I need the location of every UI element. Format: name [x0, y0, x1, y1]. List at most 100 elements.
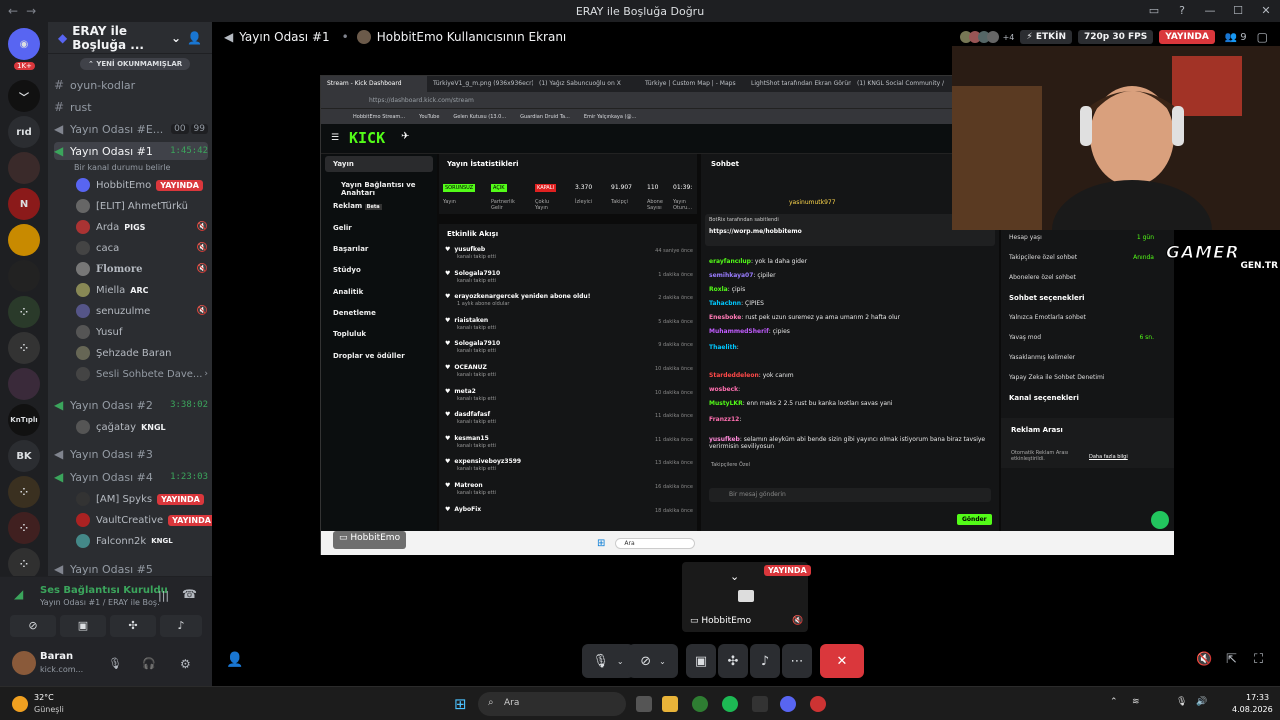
- nav-community[interactable]: Topluluk: [333, 330, 366, 338]
- activity-row[interactable]: ♥ meta2 kanalı takip etti 10 dakika önce: [445, 388, 693, 410]
- activity-row[interactable]: ♥ dasdfafasf kanalı takip etti 11 dakika ön…: [445, 411, 693, 433]
- voice-user[interactable]: Miella ARC: [76, 281, 208, 299]
- inner-search[interactable]: Ara: [615, 537, 696, 549]
- settings-gear-icon[interactable]: ⚙: [180, 657, 191, 671]
- microphone-icon[interactable]: 🎙: [108, 657, 122, 670]
- tray-chevron-icon[interactable]: ⌃: [1110, 697, 1118, 707]
- noise-suppression-icon[interactable]: |||: [158, 589, 169, 602]
- text-channel[interactable]: # rust: [54, 98, 208, 116]
- camera-off-button[interactable]: ⊘: [10, 615, 56, 637]
- user-avatar[interactable]: [12, 651, 36, 675]
- people-icon[interactable]: 👥: [1225, 32, 1237, 43]
- nav-stream[interactable]: Yayın: [333, 160, 354, 168]
- server-icon[interactable]: N: [8, 188, 40, 220]
- inbox-icon[interactable]: ▭: [1140, 0, 1168, 22]
- share-screen-button[interactable]: ▣: [60, 615, 106, 637]
- server-icon[interactable]: [8, 368, 40, 400]
- nav-drops[interactable]: Droplar ve ödüller: [333, 352, 405, 360]
- setting-row[interactable]: Abonelere özel sohbet: [1009, 274, 1168, 281]
- voice-user[interactable]: HobbitEmo YAYINDA: [76, 176, 208, 194]
- nav-revenue[interactable]: Gelir: [333, 224, 352, 232]
- headphones-icon[interactable]: 🎧: [142, 657, 156, 670]
- chat-message[interactable]: MustyLKR: enn maks 2 2.5 rust bu kanka l…: [709, 400, 995, 407]
- file-explorer-icon[interactable]: [662, 696, 678, 712]
- bookmark[interactable]: Gelen Kutusu (13.0...: [453, 114, 506, 120]
- send-button[interactable]: Gönder: [957, 514, 992, 525]
- pinned-link[interactable]: https://worp.me/hobbitemo: [709, 228, 802, 235]
- activities-button[interactable]: ✣: [110, 615, 156, 637]
- nav-ads[interactable]: Reklam Beta: [333, 202, 382, 210]
- chat-message[interactable]: MuhammedSherif: çipies: [709, 328, 995, 335]
- forward-button[interactable]: →: [26, 4, 36, 18]
- voice-user[interactable]: Falconn2k KNGL: [76, 532, 208, 550]
- nav-achievements[interactable]: Başarılar: [333, 245, 368, 253]
- browser-tab[interactable]: (1) Yağız Sabuncuoğlu on X: [533, 76, 639, 92]
- browser-tab[interactable]: TürkiyeV1_g_m.png (936x936ecr): [427, 76, 533, 92]
- voice-channel[interactable]: ◀ Yayın Odası #3: [54, 445, 208, 463]
- discord-icon[interactable]: [780, 696, 796, 712]
- help-icon[interactable]: ?: [1168, 0, 1196, 22]
- bookmark[interactable]: Emir Yalçınkaya (@...: [584, 114, 636, 120]
- browser-tab[interactable]: Türkiye | Custom Map | - Maps: [639, 76, 745, 92]
- voice-user[interactable]: Sesli Sohbete Dave... ›: [76, 365, 208, 383]
- chat-message[interactable]: Thaelith:: [709, 344, 995, 351]
- clock-date[interactable]: 4.08.2026: [1232, 705, 1273, 714]
- voice-channel[interactable]: ◀ Yayın Odası #4 1:23:03: [54, 468, 208, 486]
- fullscreen-icon[interactable]: ⛶: [1254, 652, 1263, 667]
- clock-time[interactable]: 17:33: [1246, 693, 1269, 702]
- menu-icon[interactable]: ☰: [331, 133, 339, 143]
- weather-temp[interactable]: 32°C: [34, 693, 54, 702]
- popout-icon[interactable]: ⇱: [1226, 652, 1237, 667]
- browser-tab[interactable]: Stream - Kick Dashboard: [321, 76, 427, 92]
- weather-sun-icon[interactable]: [12, 696, 28, 712]
- activity-row[interactable]: ♥ riaistaken kanalı takip etti 5 dakika önc…: [445, 317, 693, 339]
- setting-row[interactable]: Yapay Zeka ile Sohbet Denetimi: [1009, 374, 1168, 381]
- server-icon[interactable]: KnTıplı: [8, 404, 40, 436]
- server-header[interactable]: ◆ ERAY ile Boşluğa ... ⌄ 👤: [48, 22, 212, 54]
- setting-row[interactable]: Hesap yaşı 1 gün: [1009, 234, 1168, 241]
- signal-icon[interactable]: ◢: [14, 587, 23, 601]
- soundboard-button[interactable]: ♪: [750, 644, 780, 678]
- back-button[interactable]: ←: [8, 4, 18, 18]
- activity-row[interactable]: ♥ AyboFix 18 dakika önce: [445, 506, 693, 528]
- nav-stream-key[interactable]: Yayın Bağlantısı ve Anahtarı: [341, 181, 437, 197]
- voice-user[interactable]: [AM] Spyks YAYINDA: [76, 490, 208, 508]
- disconnect-icon[interactable]: ☎: [182, 587, 197, 601]
- activity-row[interactable]: ♥ Matreon kanalı takip etti 16 dakika önce: [445, 482, 693, 504]
- voice-user[interactable]: Şehzade Baran: [76, 344, 208, 362]
- browser-tab[interactable]: (1) KNGL Social Community /: [851, 76, 957, 92]
- channel-status[interactable]: Bir kanal durumu belirle: [74, 158, 208, 176]
- self-preview-tile[interactable]: YAYINDA ⌄ ▭ HobbitEmo 🔇: [682, 562, 811, 632]
- wifi-icon[interactable]: ≋: [1132, 697, 1140, 707]
- activity-row[interactable]: ♥ erayozkenargercek yeniden abone oldu! 1 …: [445, 293, 693, 315]
- nav-moderation[interactable]: Denetleme: [333, 309, 376, 317]
- close-button[interactable]: ✕: [1252, 0, 1280, 22]
- webcam-feed[interactable]: [952, 46, 1280, 230]
- chat-message[interactable]: erayfancılup: yok la daha gider: [709, 258, 995, 265]
- server-icon[interactable]: rıd: [8, 116, 40, 148]
- voice-user[interactable]: Flomore 🔇: [76, 260, 208, 278]
- server-folder-icon[interactable]: ⁘: [8, 476, 40, 508]
- microphone-button[interactable]: 🎙 ⌄: [582, 644, 634, 678]
- pin-icon[interactable]: ✈: [401, 131, 409, 142]
- setting-row[interactable]: Yavaş mod 6 sn.: [1009, 334, 1168, 341]
- server-icon[interactable]: [8, 260, 40, 292]
- bookmark[interactable]: HobbitEmo Stream...: [353, 114, 405, 120]
- end-call-button[interactable]: ✕: [820, 644, 864, 678]
- chat-message[interactable]: Enesboke: rust pek uzun suremez ya ama u…: [709, 314, 995, 321]
- chat-input[interactable]: Bir mesaj gönderin: [709, 488, 991, 502]
- voice-user[interactable]: Arda PIGS 🔇: [76, 218, 208, 236]
- chat-message[interactable]: Franzz12:: [709, 416, 995, 423]
- chat-message[interactable]: yusufkeb: selamın aleyküm abi bende sizi…: [709, 436, 989, 450]
- activity-row[interactable]: ♥ kesman15 kanalı takip etti 11 dakika önce: [445, 435, 693, 457]
- server-icon[interactable]: BK: [8, 440, 40, 472]
- server-icon[interactable]: [8, 152, 40, 184]
- voice-status[interactable]: Ses Bağlantısı Kuruldu: [40, 585, 168, 596]
- setting-row[interactable]: Yalnızca Emotlarla sohbet: [1009, 314, 1168, 321]
- activities-button[interactable]: ✣: [718, 644, 748, 678]
- browser-tab[interactable]: LightShot tarafından Ekran Görünt: [745, 76, 851, 92]
- viewer-avatars[interactable]: [959, 31, 999, 43]
- nav-studio[interactable]: Stüdyo: [333, 266, 361, 274]
- activity-row[interactable]: ♥ Sologala7910 kanalı takip etti 9 dakika ö…: [445, 340, 693, 362]
- activity-row[interactable]: ♥ OCEANUZ kanalı takip etti 10 dakika önce: [445, 364, 693, 386]
